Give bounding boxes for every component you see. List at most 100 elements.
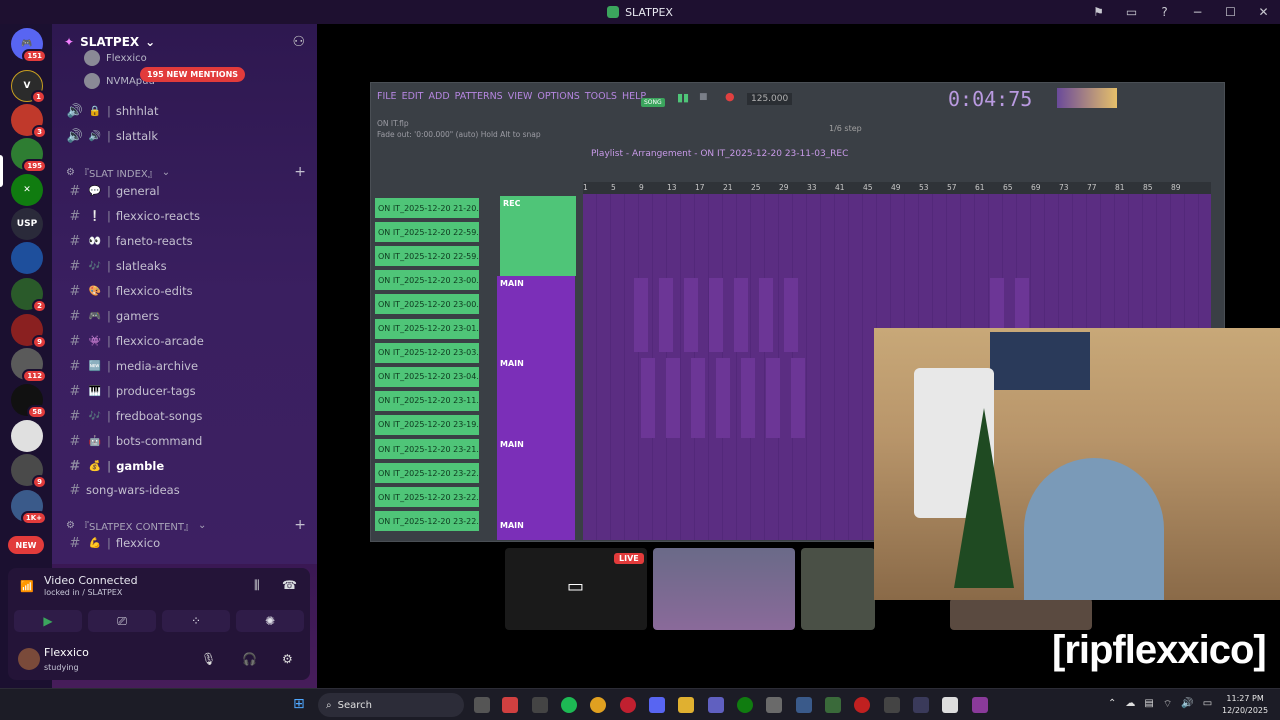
- audio-clip[interactable]: [734, 278, 748, 352]
- add-user-icon[interactable]: ⚇: [292, 34, 305, 50]
- server-ninja[interactable]: [11, 420, 43, 452]
- track-header[interactable]: ON IT_2025-12-20 23-11...: [375, 390, 479, 411]
- track-header[interactable]: ON IT_2025-12-20 23-03...: [375, 342, 479, 363]
- channel-gamers[interactable]: # 🎮 | gamers: [64, 305, 309, 327]
- app-icon[interactable]: [884, 697, 900, 713]
- app-icon[interactable]: [913, 697, 929, 713]
- opera-icon[interactable]: [620, 697, 636, 713]
- server-xbox[interactable]: ✕: [11, 174, 43, 206]
- server-2[interactable]: 2: [11, 278, 47, 313]
- server-112[interactable]: 112: [11, 348, 47, 383]
- track-header[interactable]: ON IT_2025-12-20 23-01...: [375, 318, 479, 339]
- fl-menu-view[interactable]: VIEW: [508, 91, 533, 102]
- server-9b[interactable]: 9: [11, 454, 47, 489]
- add-channel-icon[interactable]: +: [294, 517, 306, 533]
- track-header[interactable]: ON IT_2025-12-20 23-22...: [375, 511, 479, 532]
- track-header[interactable]: ON IT_2025-12-20 22-59...: [375, 222, 479, 243]
- camera-button[interactable]: ▶: [14, 610, 82, 632]
- help-icon[interactable]: ?: [1148, 5, 1181, 19]
- fl-menu-file[interactable]: FILE: [377, 91, 397, 102]
- stop-button[interactable]: ■: [699, 92, 708, 102]
- home-button[interactable]: 🎮 151: [11, 28, 47, 63]
- track-header[interactable]: ON IT_2025-12-20 23-04...: [375, 366, 479, 387]
- audio-clip[interactable]: [759, 278, 773, 352]
- app-icon[interactable]: [825, 697, 841, 713]
- windows-start-icon[interactable]: ⊞: [293, 696, 305, 712]
- song-mode-toggle[interactable]: SONG: [641, 98, 665, 107]
- app-icon[interactable]: [972, 697, 988, 713]
- server-v[interactable]: V1: [11, 70, 46, 104]
- settings-gear-icon[interactable]: ⚙: [282, 652, 293, 666]
- main-clip[interactable]: MAIN: [497, 518, 575, 540]
- fl-menu-edit[interactable]: EDIT: [402, 91, 424, 102]
- headset-icon[interactable]: 🎧: [242, 652, 257, 666]
- server-9[interactable]: 9: [11, 314, 47, 349]
- webcam-thumbnail[interactable]: [801, 548, 875, 630]
- category-slatpex-content[interactable]: ⚙ 『SLATPEX CONTENT』 ⌄ +: [66, 517, 306, 533]
- avatar[interactable]: [18, 648, 40, 670]
- rec-clip[interactable]: REC: [500, 196, 576, 276]
- app-icon[interactable]: [942, 697, 958, 713]
- tempo-display[interactable]: 125.000: [747, 93, 793, 105]
- audio-clip[interactable]: [641, 358, 655, 438]
- app-icon[interactable]: [854, 697, 870, 713]
- channel-gamble[interactable]: # 💰 | gamble: [64, 455, 309, 477]
- channel-flexxico-edits[interactable]: # 🎨 | flexxico-edits: [64, 280, 309, 302]
- activities-button[interactable]: ⁘: [162, 610, 230, 632]
- channel-general[interactable]: # 💬 | general: [64, 180, 309, 202]
- audio-clip[interactable]: [990, 278, 1004, 330]
- fl-menu-options[interactable]: OPTIONS: [537, 91, 579, 102]
- main-clip[interactable]: MAIN: [497, 356, 575, 440]
- mic-icon[interactable]: 🎙: [201, 652, 216, 666]
- category-slat-index[interactable]: ⚙ 『SLAT INDEX』 ⌄ +: [66, 164, 306, 180]
- clock[interactable]: 11:27 PM 12/20/2025: [1222, 693, 1268, 717]
- channel-flexxico[interactable]: # 💪 | flexxico: [64, 532, 309, 554]
- server-1k[interactable]: 1K+: [11, 490, 47, 525]
- chrome-icon[interactable]: [590, 697, 606, 713]
- app-icon[interactable]: [532, 697, 548, 713]
- audio-clip[interactable]: [666, 358, 680, 438]
- server-blue[interactable]: [11, 242, 43, 274]
- channel-song-wars-ideas[interactable]: # song-wars-ideas: [64, 479, 309, 501]
- app-icon[interactable]: [708, 697, 724, 713]
- voice-user[interactable]: Flexxico: [84, 50, 147, 66]
- channel-slatleaks[interactable]: # 🎶 | slatleaks: [64, 255, 309, 277]
- track-header[interactable]: ON IT_2025-12-20 23-21...: [375, 439, 479, 459]
- track-header[interactable]: ON IT_2025-12-20 23-19...: [375, 414, 479, 435]
- channel-faneto-reacts[interactable]: # 👀 | faneto-reacts: [64, 230, 309, 252]
- disconnect-icon[interactable]: ☎: [282, 578, 297, 592]
- audio-clip[interactable]: [741, 358, 755, 438]
- screenshare-button[interactable]: ⎚: [88, 610, 156, 632]
- server-58[interactable]: 58: [11, 384, 47, 419]
- channel-bots-command[interactable]: # 🤖 | bots-command: [64, 430, 309, 452]
- channel-media-archive[interactable]: # 🆕 | media-archive: [64, 355, 309, 377]
- server-usp[interactable]: USP: [11, 208, 43, 240]
- voice-channel-slattalk[interactable]: 🔊 🔊 | slattalk: [64, 125, 309, 147]
- channel-producer-tags[interactable]: # 🎹 | producer-tags: [64, 380, 309, 402]
- close-button[interactable]: ✕: [1247, 5, 1280, 19]
- minimize-button[interactable]: −: [1181, 5, 1214, 19]
- channel-fredboat-songs[interactable]: # 🎶 | fredboat-songs: [64, 405, 309, 427]
- channel-flexxico-arcade[interactable]: # 👾 | flexxico-arcade: [64, 330, 309, 352]
- fl-menu-tools[interactable]: TOOLS: [585, 91, 617, 102]
- audio-clip[interactable]: [709, 278, 723, 352]
- app-icon[interactable]: [502, 697, 518, 713]
- soundboard-button[interactable]: ✺: [236, 610, 304, 632]
- fl-menu-add[interactable]: ADD: [429, 91, 450, 102]
- taskview-icon[interactable]: [474, 697, 490, 713]
- audio-clip[interactable]: [766, 358, 780, 438]
- add-channel-icon[interactable]: +: [294, 164, 306, 180]
- webcam-thumbnail[interactable]: [653, 548, 795, 630]
- audio-clip[interactable]: [684, 278, 698, 352]
- new-mentions-badge[interactable]: 195 NEW MENTIONS: [140, 67, 246, 82]
- audio-clip[interactable]: [716, 358, 730, 438]
- audio-clip[interactable]: [691, 358, 705, 438]
- main-clip[interactable]: MAIN: [497, 276, 575, 356]
- webcam-thumbnail[interactable]: [950, 598, 1092, 630]
- screen-icon[interactable]: ▭: [1115, 5, 1148, 19]
- record-button[interactable]: ●: [725, 90, 735, 103]
- system-tray[interactable]: ⌃ ☁ ▤ ⌔ 🔊 ▭: [1108, 698, 1212, 711]
- channel-flexxico-reacts[interactable]: # ❕ | flexxico-reacts: [64, 205, 309, 227]
- xbox-icon[interactable]: [737, 697, 753, 713]
- play-button[interactable]: ▮▮: [677, 91, 689, 104]
